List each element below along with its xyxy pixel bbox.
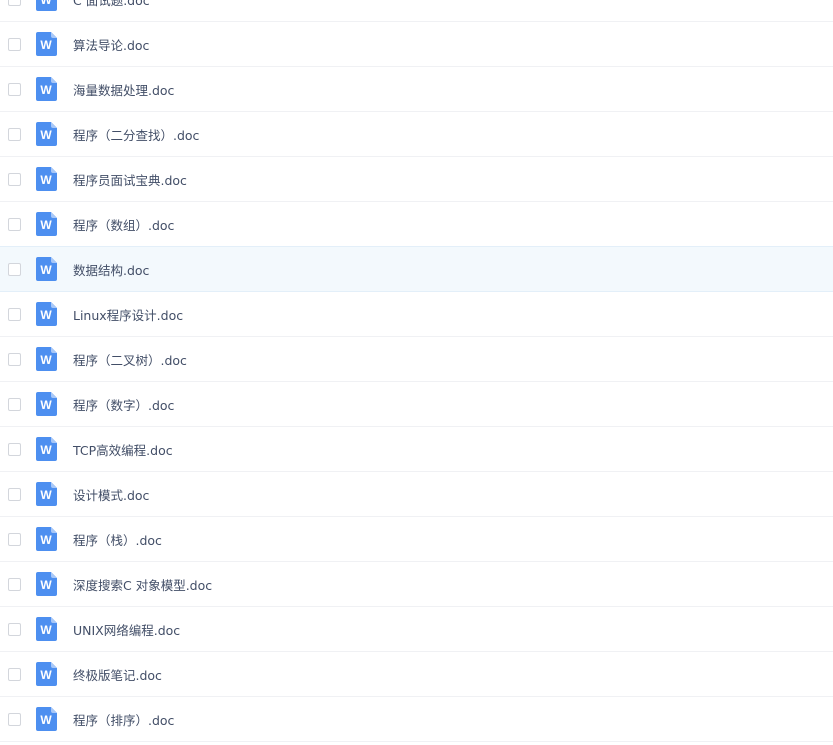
svg-text:W: W [40, 578, 52, 592]
word-doc-icon: W [36, 527, 57, 551]
row-checkbox[interactable] [8, 82, 21, 96]
file-name[interactable]: 程序员面试宝典.doc [73, 170, 187, 189]
file-name[interactable]: 程序（栈）.doc [73, 530, 162, 549]
row-checkbox[interactable] [8, 712, 21, 726]
word-doc-icon: W [36, 707, 57, 731]
file-row[interactable]: W 程序（数组）.doc [0, 202, 833, 247]
row-checkbox[interactable] [8, 577, 21, 591]
svg-text:W: W [40, 623, 52, 637]
file-row[interactable]: W 程序（二叉树）.doc [0, 337, 833, 382]
file-row[interactable]: W 程序（二分查找）.doc [0, 112, 833, 157]
word-doc-icon: W [36, 257, 57, 281]
row-checkbox[interactable] [8, 487, 21, 501]
row-checkbox[interactable] [8, 37, 21, 51]
file-row[interactable]: W Linux程序设计.doc [0, 292, 833, 337]
word-doc-icon: W [36, 662, 57, 686]
row-checkbox[interactable] [8, 127, 21, 141]
svg-text:W: W [40, 488, 52, 502]
svg-text:W: W [40, 353, 52, 367]
file-name[interactable]: 程序（二分查找）.doc [73, 125, 199, 144]
word-doc-icon: W [36, 77, 57, 101]
file-row[interactable]: W 程序（数字）.doc [0, 382, 833, 427]
file-list: W C 面试题.doc W 算法导论.doc W 海量数据处理.doc W 程序… [0, 0, 833, 742]
word-doc-icon: W [36, 122, 57, 146]
file-name[interactable]: 终极版笔记.doc [73, 665, 162, 684]
row-checkbox[interactable] [8, 622, 21, 636]
file-row[interactable]: W 海量数据处理.doc [0, 67, 833, 112]
row-checkbox[interactable] [8, 172, 21, 186]
file-name[interactable]: 程序（数字）.doc [73, 395, 174, 414]
word-doc-icon: W [36, 437, 57, 461]
row-checkbox[interactable] [8, 307, 21, 321]
file-name[interactable]: UNIX网络编程.doc [73, 620, 180, 639]
word-doc-icon: W [36, 617, 57, 641]
word-doc-icon: W [36, 0, 57, 11]
word-doc-icon: W [36, 347, 57, 371]
svg-text:W: W [40, 443, 52, 457]
file-name[interactable]: C 面试题.doc [73, 0, 150, 9]
file-row[interactable]: W 程序（排序）.doc [0, 697, 833, 742]
word-doc-icon: W [36, 392, 57, 416]
row-checkbox[interactable] [8, 667, 21, 681]
row-checkbox[interactable] [8, 352, 21, 366]
row-checkbox[interactable] [8, 442, 21, 456]
row-checkbox[interactable] [8, 262, 21, 276]
file-name[interactable]: 海量数据处理.doc [73, 80, 174, 99]
row-checkbox[interactable] [8, 0, 21, 6]
svg-text:W: W [40, 83, 52, 97]
file-row[interactable]: W 深度搜索C 对象模型.doc [0, 562, 833, 607]
file-name[interactable]: 深度搜索C 对象模型.doc [73, 575, 212, 594]
svg-text:W: W [40, 38, 52, 52]
svg-text:W: W [40, 173, 52, 187]
svg-text:W: W [40, 0, 52, 7]
file-row[interactable]: W 数据结构.doc [0, 246, 833, 292]
file-row[interactable]: W TCP高效编程.doc [0, 427, 833, 472]
file-name[interactable]: 算法导论.doc [73, 35, 149, 54]
file-name[interactable]: 程序（数组）.doc [73, 215, 174, 234]
word-doc-icon: W [36, 482, 57, 506]
svg-text:W: W [40, 398, 52, 412]
file-row[interactable]: W C 面试题.doc [0, 0, 833, 22]
file-name[interactable]: 程序（排序）.doc [73, 710, 174, 729]
svg-text:W: W [40, 533, 52, 547]
file-row[interactable]: W 算法导论.doc [0, 22, 833, 67]
svg-text:W: W [40, 713, 52, 727]
svg-text:W: W [40, 263, 52, 277]
file-name[interactable]: Linux程序设计.doc [73, 305, 183, 324]
file-name[interactable]: 数据结构.doc [73, 260, 149, 279]
svg-text:W: W [40, 218, 52, 232]
file-row[interactable]: W UNIX网络编程.doc [0, 607, 833, 652]
file-name[interactable]: 设计模式.doc [73, 485, 149, 504]
svg-text:W: W [40, 668, 52, 682]
row-checkbox[interactable] [8, 532, 21, 546]
word-doc-icon: W [36, 212, 57, 236]
file-name[interactable]: 程序（二叉树）.doc [73, 350, 187, 369]
word-doc-icon: W [36, 572, 57, 596]
file-name[interactable]: TCP高效编程.doc [73, 440, 173, 459]
word-doc-icon: W [36, 167, 57, 191]
row-checkbox[interactable] [8, 397, 21, 411]
word-doc-icon: W [36, 32, 57, 56]
file-row[interactable]: W 设计模式.doc [0, 472, 833, 517]
file-row[interactable]: W 终极版笔记.doc [0, 652, 833, 697]
file-row[interactable]: W 程序员面试宝典.doc [0, 157, 833, 202]
word-doc-icon: W [36, 302, 57, 326]
svg-text:W: W [40, 308, 52, 322]
row-checkbox[interactable] [8, 217, 21, 231]
file-row[interactable]: W 程序（栈）.doc [0, 517, 833, 562]
svg-text:W: W [40, 128, 52, 142]
